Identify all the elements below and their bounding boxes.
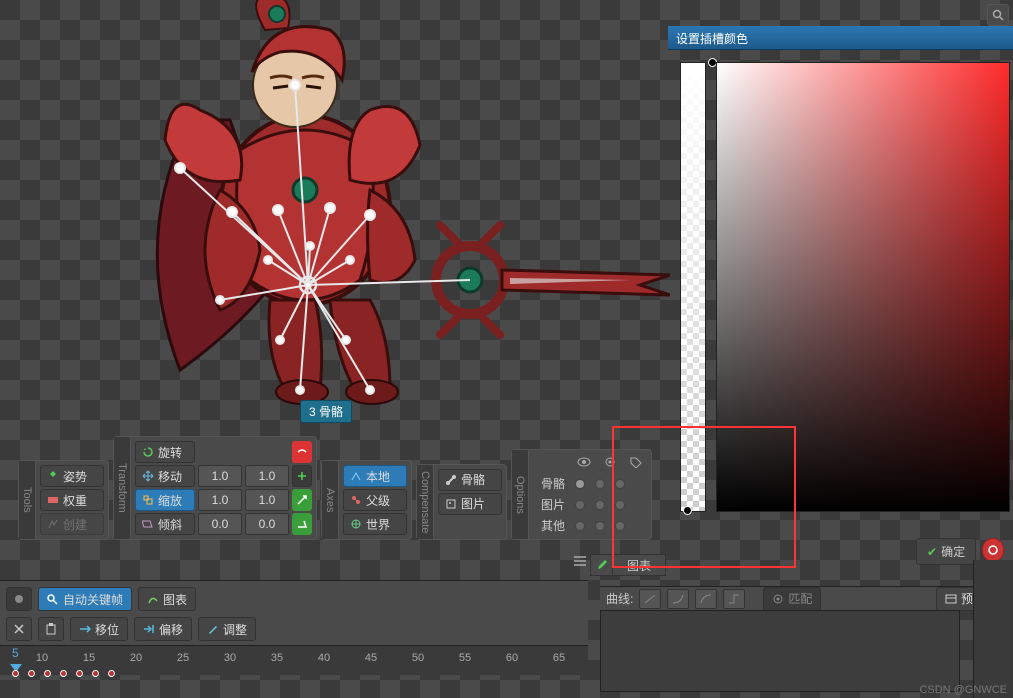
- curve-editor[interactable]: [600, 610, 960, 692]
- color-picker: [680, 58, 1010, 518]
- curve-linear[interactable]: [639, 589, 661, 609]
- pencil-icon: [596, 559, 608, 571]
- move-x[interactable]: 1.0: [198, 465, 242, 487]
- selection-label: 3 骨骼: [300, 400, 352, 423]
- create-button[interactable]: 创建: [40, 513, 104, 535]
- match-button[interactable]: 匹配: [763, 587, 821, 611]
- compensate-panel: Compensate 骨骼 图片: [416, 464, 507, 540]
- curve-label: 曲线:: [606, 590, 633, 607]
- alpha-slider[interactable]: [680, 62, 706, 512]
- menu-icon[interactable]: [574, 556, 586, 566]
- scale-button[interactable]: 缩放: [135, 489, 195, 511]
- search-icon: [992, 9, 1004, 21]
- scale-indicator[interactable]: [292, 489, 312, 511]
- shift-button[interactable]: 移位: [70, 617, 128, 641]
- curve-toolbar: 曲线: 匹配 预设: [600, 586, 1000, 610]
- bottom-panels: Tools 姿势 权重 创建 Transform 旋转 移动 1.0 1.0 缩…: [18, 436, 652, 540]
- alpha-cursor-bottom[interactable]: [683, 506, 692, 515]
- move-button[interactable]: 移动: [135, 465, 195, 487]
- right-strip: [973, 560, 1013, 698]
- comp-bones-button[interactable]: 骨骼: [438, 469, 502, 491]
- local-button[interactable]: 本地: [343, 465, 407, 487]
- tl-clipboard[interactable]: [38, 617, 64, 641]
- weight-button[interactable]: 权重: [40, 489, 104, 511]
- comp-images-button[interactable]: 图片: [438, 493, 502, 515]
- options-panel: Options 骨骼 图片 其他: [511, 449, 652, 540]
- shear-x[interactable]: 0.0: [198, 513, 242, 535]
- compensate-tab[interactable]: Compensate: [417, 465, 434, 539]
- world-button[interactable]: 世界: [343, 513, 407, 535]
- tools-tab[interactable]: Tools: [19, 461, 36, 539]
- tl-record[interactable]: [6, 587, 32, 611]
- timeline: 自动关键帧 图表 移位 偏移 调整 5 10152025303540455055…: [0, 580, 588, 675]
- shear-indicator[interactable]: [292, 513, 312, 535]
- scale-x[interactable]: 1.0: [198, 489, 242, 511]
- search-button[interactable]: [987, 4, 1009, 26]
- transform-tab[interactable]: Transform: [114, 437, 131, 539]
- offset-button[interactable]: 偏移: [134, 617, 192, 641]
- pose-button[interactable]: 姿势: [40, 465, 104, 487]
- rotate-button[interactable]: 旋转: [135, 441, 195, 463]
- options-tab[interactable]: Options: [512, 450, 529, 539]
- shear-button[interactable]: 倾斜: [135, 513, 195, 535]
- viewport[interactable]: 3 骨骼: [0, 0, 670, 430]
- rotate-indicator[interactable]: [292, 441, 312, 463]
- opt-row-images: 图片: [533, 495, 647, 514]
- parent-button[interactable]: 父级: [343, 489, 407, 511]
- move-y[interactable]: 1.0: [245, 465, 289, 487]
- color-panel-title: 设置插槽颜色: [668, 26, 1013, 50]
- timeline-ruler[interactable]: 5 101520253035404550556065: [0, 645, 588, 675]
- target-icon: [603, 456, 617, 468]
- curve-step[interactable]: [723, 589, 745, 609]
- axes-panel: Axes 本地 父级 世界: [321, 460, 412, 540]
- auto-key-button[interactable]: 自动关键帧: [38, 587, 132, 611]
- scale-y[interactable]: 1.0: [245, 489, 289, 511]
- character-preview: [70, 0, 670, 420]
- shear-y[interactable]: 0.0: [245, 513, 289, 535]
- tag-icon: [629, 456, 643, 468]
- curve-easeout[interactable]: [695, 589, 717, 609]
- ok-button[interactable]: ✔确定: [916, 538, 976, 565]
- curve-easein[interactable]: [667, 589, 689, 609]
- watermark: CSDN @GNWCE: [919, 684, 1007, 696]
- axes-tab[interactable]: Axes: [322, 461, 339, 539]
- eye-icon: [577, 456, 591, 468]
- graph-button[interactable]: 图表: [138, 587, 196, 611]
- move-indicator[interactable]: [292, 465, 312, 487]
- opt-row-bones: 骨骼: [533, 474, 647, 493]
- chart-toggle[interactable]: 图表: [590, 554, 666, 576]
- tl-close[interactable]: [6, 617, 32, 641]
- sv-field[interactable]: [716, 62, 1010, 512]
- cancel-button[interactable]: [982, 538, 1004, 562]
- adjust-button[interactable]: 调整: [198, 617, 256, 641]
- keyframes: [12, 670, 115, 677]
- tools-panel: Tools 姿势 权重 创建: [18, 460, 109, 540]
- opt-row-other: 其他: [533, 516, 647, 535]
- transform-panel: Transform 旋转 移动 1.0 1.0 缩放 1.0 1.0 倾斜: [113, 436, 317, 540]
